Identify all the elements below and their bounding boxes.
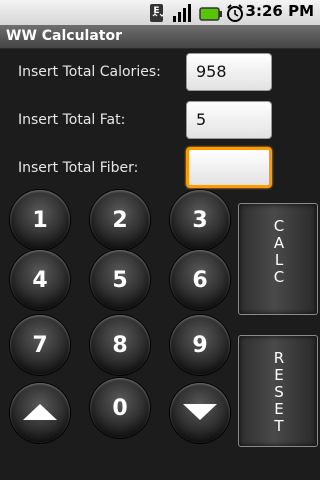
- fat-field[interactable]: 5: [186, 101, 272, 139]
- key-7-button[interactable]: 7: [10, 315, 70, 375]
- down-button[interactable]: [170, 383, 230, 443]
- up-arrow-icon: [23, 401, 57, 426]
- app-title: WW Calculator: [6, 28, 123, 44]
- status-time: 3:26 PM: [245, 2, 314, 20]
- title-bar: WW Calculator: [0, 25, 320, 49]
- battery-icon: [199, 6, 223, 25]
- signal-icon: [172, 4, 194, 26]
- key-9-button[interactable]: 9: [170, 315, 230, 375]
- key-4-button[interactable]: 4: [10, 250, 70, 310]
- calories-label: Insert Total Calories:: [18, 64, 161, 80]
- alarm-icon: [225, 3, 245, 27]
- data-transfer-icon: E: [150, 4, 170, 26]
- status-bar: E 3:26 PM: [0, 0, 320, 25]
- calories-field[interactable]: 958: [186, 53, 272, 91]
- calc-button[interactable]: CALC: [238, 203, 318, 315]
- reset-label: RESET: [273, 349, 285, 435]
- key-5-button[interactable]: 5: [90, 250, 150, 310]
- calc-label: CALC: [273, 217, 285, 286]
- reset-button[interactable]: RESET: [238, 335, 318, 447]
- fiber-label: Insert Total Fiber:: [18, 160, 139, 176]
- up-button[interactable]: [10, 383, 70, 443]
- fat-label: Insert Total Fat:: [18, 112, 126, 128]
- key-8-button[interactable]: 8: [90, 315, 150, 375]
- key-2-button[interactable]: 2: [90, 190, 150, 250]
- key-6-button[interactable]: 6: [170, 250, 230, 310]
- key-3-button[interactable]: 3: [170, 190, 230, 250]
- key-1-button[interactable]: 1: [10, 190, 70, 250]
- fiber-field[interactable]: [186, 147, 272, 188]
- key-0-button[interactable]: 0: [90, 378, 150, 438]
- down-arrow-icon: [183, 401, 217, 426]
